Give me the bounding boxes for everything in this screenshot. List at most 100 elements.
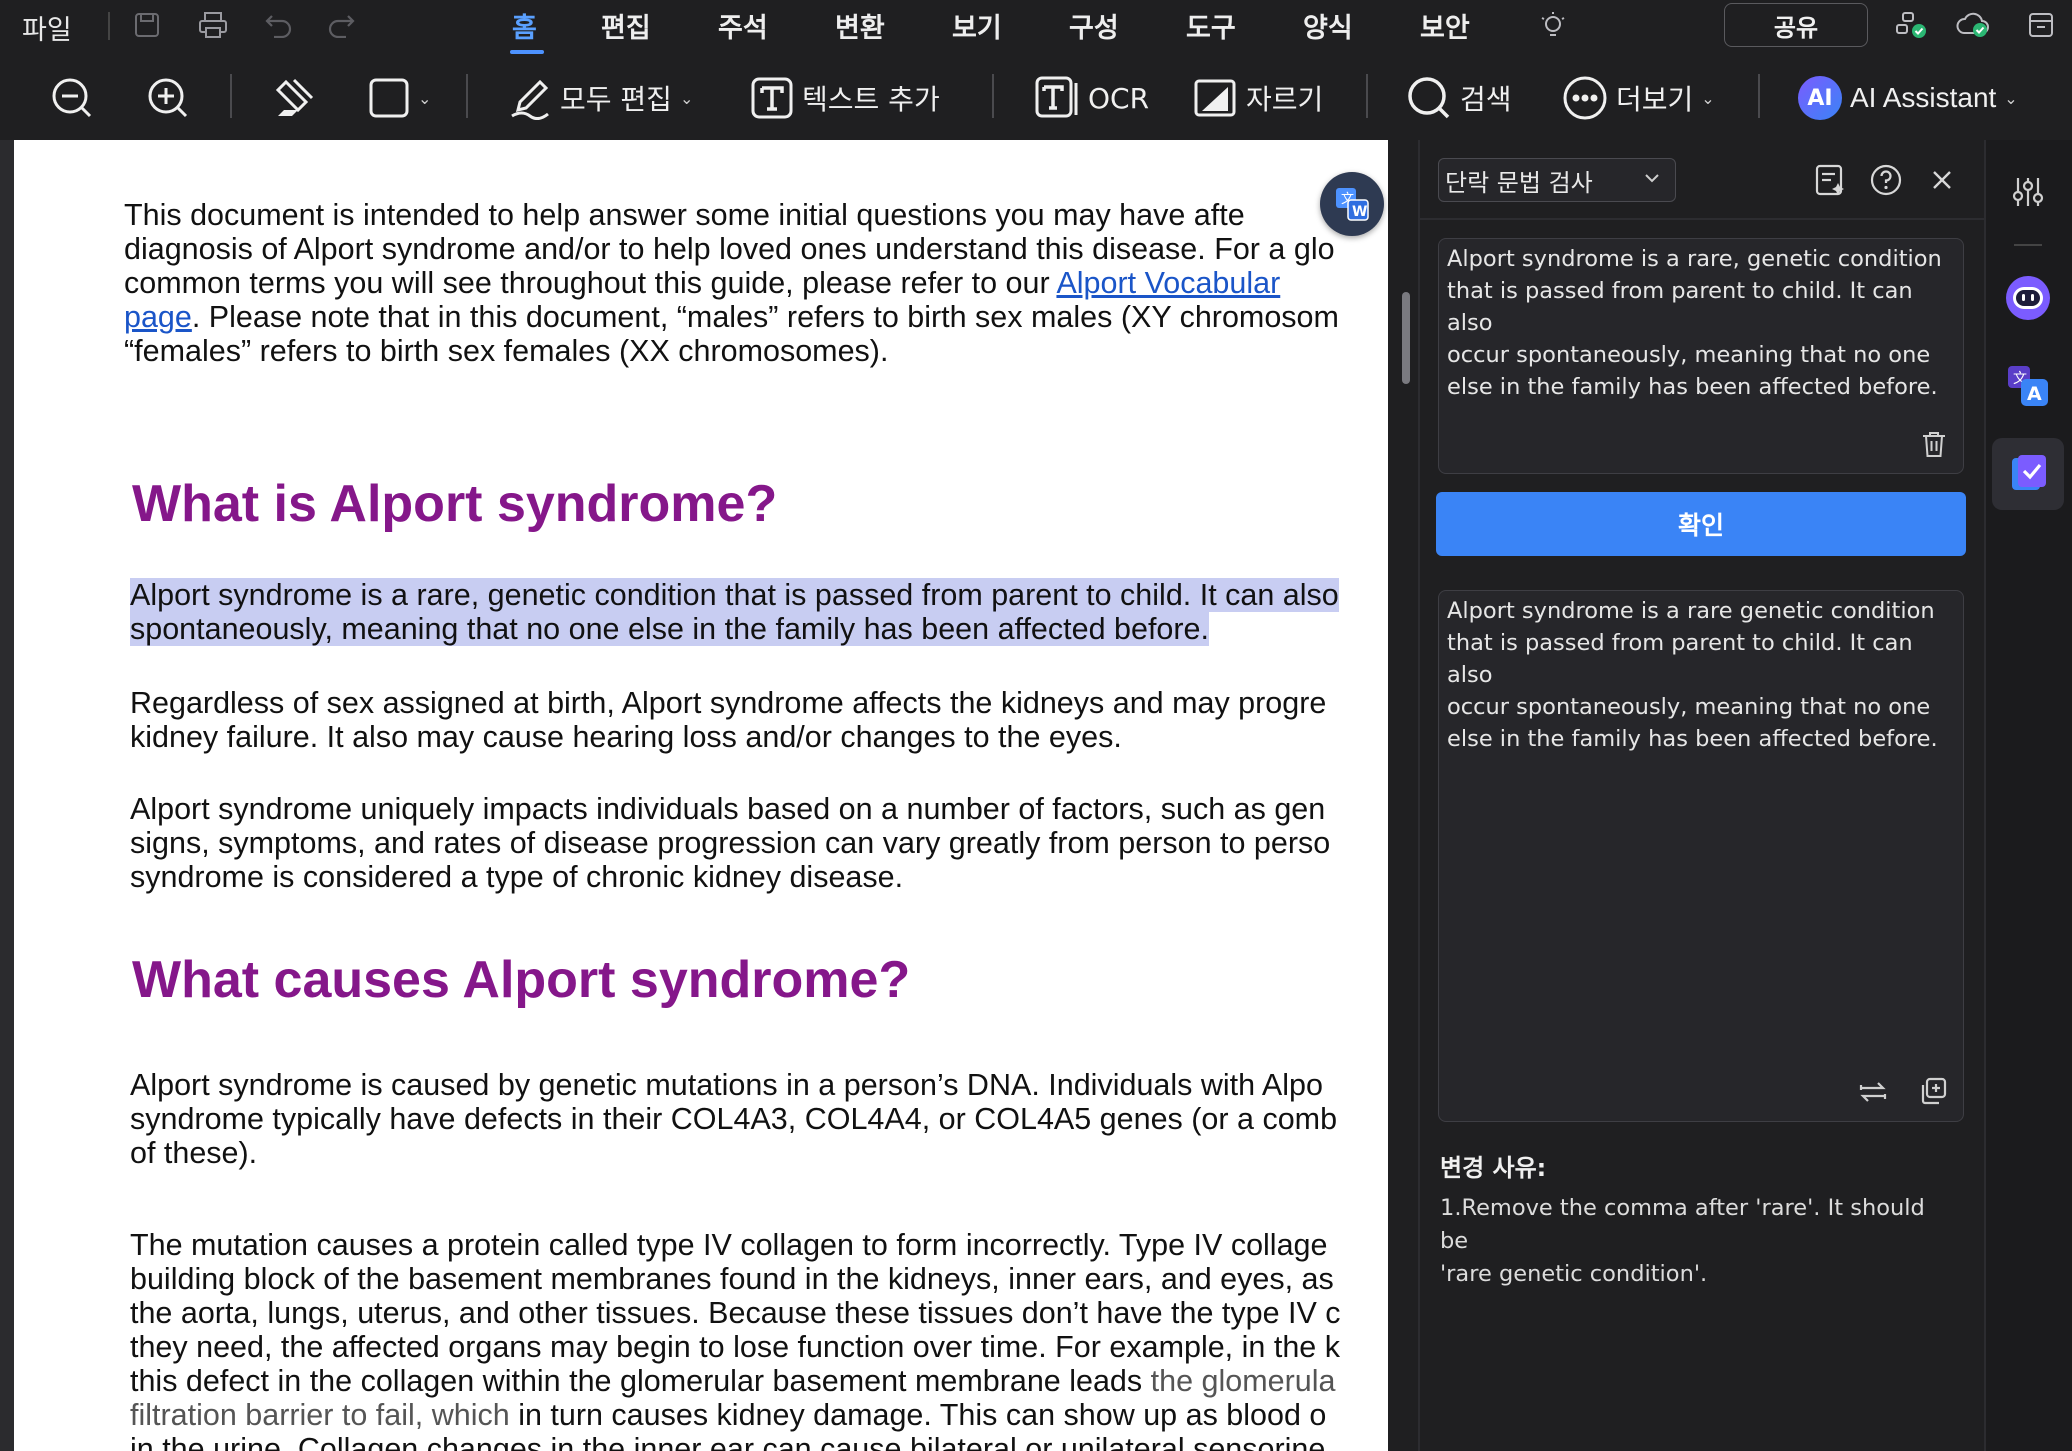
chevron-down-icon: ⌄ [679,88,694,108]
edit-pen-icon [508,76,552,120]
highlighter-button[interactable] [272,56,318,140]
more-icon [1562,75,1608,121]
input-text-box[interactable]: Alport syndrome is a rare, genetic condi… [1438,238,1964,474]
search-icon [1406,75,1452,121]
paragraph-kidneys: Regardless of sex assigned at birth, Alp… [130,686,1327,754]
lightbulb-icon[interactable] [1536,8,1570,42]
add-text-button[interactable]: 텍스트 추가 [750,56,940,140]
chatbot-icon[interactable] [1992,262,2064,334]
document-gutter [0,140,14,1451]
ai-note-icon[interactable] [1810,160,1850,200]
zoom-out-button[interactable] [50,56,94,140]
text-box-icon [750,76,794,120]
help-icon[interactable] [1866,160,1906,200]
toolbar-separator [230,74,232,118]
heading-what-causes: What causes Alport syndrome? [132,951,911,1009]
undo-icon[interactable] [262,8,296,42]
intro-paragraph: This document is intended to help answer… [124,198,1388,368]
zoom-in-icon [146,76,190,120]
tab-security[interactable]: 보안 [1420,6,1470,45]
edit-all-label: 모두 편집 [560,83,672,116]
selected-paragraph[interactable]: Alport syndrome is a rare, genetic condi… [130,578,1388,646]
print-icon[interactable] [196,8,230,42]
cloud-sync-icon[interactable] [1956,8,1990,42]
toolbar-separator [992,74,994,118]
heading-what-is: What is Alport syndrome? [132,475,778,533]
change-reason-text: 1.Remove the comma after 'rare'. It shou… [1440,1195,1925,1287]
output-text-box[interactable]: Alport syndrome is a rare genetic condit… [1438,590,1964,1122]
paragraph-causes: Alport syndrome is caused by genetic mut… [130,1068,1338,1170]
mutation-gray-1: the glomerula [1150,1364,1336,1398]
zoom-out-icon [50,76,94,120]
share-button[interactable]: 공유 [1724,3,1868,47]
edit-all-button[interactable]: 모두 편집 ⌄ [508,56,693,140]
translate-floating-button[interactable]: 文W [1320,172,1384,236]
save-icon[interactable] [130,8,164,42]
menu-bar: 파일 홈 편집 주석 변환 보기 구성 도구 양식 보안 공유 [0,0,2072,54]
rail-divider [2014,244,2042,246]
mutation-tail: in turn causes kidney damage. This can s… [518,1398,1327,1432]
right-rail [1984,140,2072,1451]
tab-forms[interactable]: 양식 [1303,6,1353,45]
toolbar-separator [1366,74,1368,118]
crop-icon [1192,75,1238,121]
tab-tools[interactable]: 도구 [1186,6,1236,45]
mode-select-value: 단락 문법 검사 [1445,168,1593,197]
ocr-label: OCR [1088,81,1150,115]
selected-line-1: Alport syndrome is a rare, genetic condi… [130,578,1339,612]
input-text: Alport syndrome is a rare, genetic condi… [1447,246,1942,400]
change-reason-title: 변경 사유: [1440,1154,1547,1182]
replace-icon[interactable] [1857,1077,1889,1107]
paragraph-impacts: Alport syndrome uniquely impacts individ… [130,792,1331,894]
trash-icon[interactable] [1919,429,1949,459]
close-icon[interactable] [1922,160,1962,200]
selected-line-2: spontaneously, meaning that no one else … [130,612,1209,646]
intro-after-link: . Please note that in this document, “ma… [124,300,1339,368]
copy-icon[interactable] [1917,1075,1949,1107]
ai-assistant-label: AI Assistant [1850,82,1997,113]
tab-view[interactable]: 보기 [952,6,1002,45]
translate-icon[interactable]: 文A [1992,350,2064,422]
tab-annotate[interactable]: 주석 [718,6,768,45]
chevron-down-icon: ⌄ [1701,88,1715,108]
confirm-button[interactable]: 확인 [1436,492,1966,556]
add-text-label: 텍스트 추가 [802,83,940,116]
tab-organize[interactable]: 구성 [1069,6,1119,45]
output-text: Alport syndrome is a rare genetic condit… [1447,598,1938,752]
rectangle-select-icon [368,77,410,119]
active-tab-indicator [510,50,544,54]
grammar-check-icon[interactable] [1992,438,2064,510]
zoom-in-button[interactable] [146,56,190,140]
toolbar-separator [1758,74,1760,118]
account-status-icon[interactable] [1894,8,1928,42]
redo-icon[interactable] [324,8,358,42]
mode-select[interactable]: 단락 문법 검사 [1438,158,1676,202]
menu-separator [108,12,110,40]
settings-sliders-icon[interactable] [1992,156,2064,228]
toolbar-separator [466,74,468,118]
more-button[interactable]: 더보기 ⌄ [1562,56,1715,140]
more-label: 더보기 [1616,83,1694,116]
chevron-down-icon: ⌄ [2004,88,2018,108]
crop-button[interactable]: 자르기 [1192,56,1323,140]
file-menu[interactable]: 파일 [22,8,72,47]
ai-assistant-button[interactable]: AI AI Assistant ⌄ [1798,56,2018,140]
chevron-down-icon [1643,169,1661,187]
rectangle-select-button[interactable]: ⌄ [368,56,431,140]
tab-convert[interactable]: 변환 [835,6,885,45]
search-button[interactable]: 검색 [1406,56,1512,140]
window-icon[interactable] [2024,8,2058,42]
document-page[interactable]: This document is intended to help answer… [14,140,1388,1451]
tab-edit[interactable]: 편집 [601,6,651,45]
vocabulary-link[interactable]: Alport Vocabular [1056,266,1280,300]
ai-logo-icon: AI [1798,76,1842,120]
highlighter-icon [272,76,318,120]
vocabulary-link-page[interactable]: page [124,300,192,334]
tab-home[interactable]: 홈 [512,6,537,45]
ocr-button[interactable]: OCR [1034,56,1149,140]
paragraph-mutation: The mutation causes a protein called typ… [130,1228,1388,1451]
document-scrollbar-thumb[interactable] [1402,292,1410,384]
mutation-last: in the urine. Collagen changes in the in… [130,1432,1326,1451]
crop-label: 자르기 [1246,83,1324,116]
svg-text:W: W [1352,204,1367,220]
